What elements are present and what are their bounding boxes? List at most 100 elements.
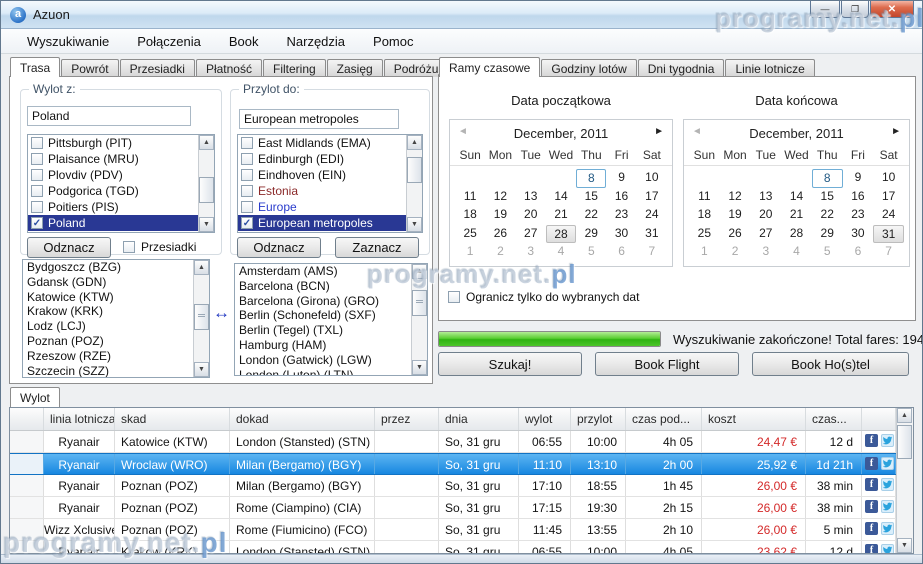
tab-trasa[interactable]: Trasa <box>10 57 60 77</box>
checkbox-unchecked[interactable] <box>31 201 43 213</box>
arrival-select-button[interactable]: Zaznacz <box>335 237 419 258</box>
results-scrollbar[interactable]: ▲ ▼ <box>896 408 913 553</box>
scrollbar-thumb[interactable] <box>897 425 912 459</box>
day-cell-11[interactable]: 11 <box>455 188 485 207</box>
facebook-icon[interactable]: f <box>865 544 878 554</box>
tab-powrót[interactable]: Powrót <box>61 59 118 77</box>
day-cell-4[interactable]: 4 <box>781 243 812 262</box>
tab-filtering[interactable]: Filtering <box>263 59 326 77</box>
day-cell-17[interactable]: 17 <box>873 188 904 207</box>
twitter-icon[interactable] <box>881 544 894 554</box>
list-item-london-(luton)-(ltn)[interactable]: London (Luton) (LTN) <box>235 368 427 376</box>
day-cell-15[interactable]: 15 <box>812 188 843 207</box>
scrollbar-thumb[interactable] <box>407 157 422 183</box>
twitter-icon[interactable] <box>881 478 894 491</box>
day-cell-25[interactable]: 25 <box>689 225 720 244</box>
day-cell-4[interactable]: 4 <box>546 243 576 262</box>
checkbox-checked[interactable]: ✓ <box>241 217 253 229</box>
maximize-button[interactable]: ❐ <box>841 1 869 18</box>
arrival-checklist-scrollbar[interactable]: ▲ ▼ <box>406 135 422 232</box>
day-cell-5[interactable]: 5 <box>812 243 843 262</box>
checkbox-unchecked[interactable] <box>241 137 253 149</box>
day-cell-8[interactable]: 8 <box>812 169 843 188</box>
departure-deselect-button[interactable]: Odznacz <box>27 237 111 258</box>
column-header-wylot[interactable]: wylot <box>519 408 571 430</box>
list-item-barcelona-(bcn)[interactable]: Barcelona (BCN) <box>235 279 427 294</box>
day-cell-6[interactable]: 6 <box>843 243 874 262</box>
column-header-skad[interactable]: skad <box>115 408 230 430</box>
tab-linie-lotnicze[interactable]: Linie lotnicze <box>725 59 814 77</box>
checklist-item-podgorica-(tgd)[interactable]: Podgorica (TGD) <box>28 183 214 199</box>
day-cell-2[interactable]: 2 <box>485 243 515 262</box>
scroll-down-icon[interactable]: ▼ <box>199 217 214 232</box>
arrival-deselect-button[interactable]: Odznacz <box>237 237 321 258</box>
checklist-item-east-midlands-(ema)[interactable]: East Midlands (EMA) <box>238 135 422 151</box>
column-header-gutter[interactable] <box>10 408 44 430</box>
twitter-icon[interactable] <box>881 457 894 470</box>
day-cell-20[interactable]: 20 <box>750 206 781 225</box>
day-cell-24[interactable]: 24 <box>637 206 667 225</box>
list-item-krakow-(krk)[interactable]: Krakow (KRK) <box>23 304 209 319</box>
tab-ramy-czasowe[interactable]: Ramy czasowe <box>439 57 540 77</box>
day-cell-7[interactable]: 7 <box>637 243 667 262</box>
column-header-przez[interactable]: przez <box>375 408 439 430</box>
list-item-barcelona-(girona)-(gro)[interactable]: Barcelona (Girona) (GRO) <box>235 294 427 309</box>
day-cell-3[interactable]: 3 <box>750 243 781 262</box>
day-cell-2[interactable]: 2 <box>720 243 751 262</box>
list-item-szczecin-(szz)[interactable]: Szczecin (SZZ) <box>23 364 209 378</box>
column-header-czas[interactable]: czas... <box>806 408 862 430</box>
column-header-czas-pod[interactable]: czas pod... <box>626 408 702 430</box>
day-cell-31[interactable]: 31 <box>873 225 904 244</box>
checklist-item-eindhoven-(ein)[interactable]: Eindhoven (EIN) <box>238 167 422 183</box>
tab-dni-tygodnia[interactable]: Dni tygodnia <box>638 59 725 77</box>
checklist-item-pittsburgh-(pit)[interactable]: Pittsburgh (PIT) <box>28 135 214 151</box>
day-cell-27[interactable]: 27 <box>516 225 546 244</box>
limit-dates-checkbox[interactable] <box>448 291 460 303</box>
day-cell-11[interactable]: 11 <box>689 188 720 207</box>
day-cell-25[interactable]: 25 <box>455 225 485 244</box>
menu-item-pomoc[interactable]: Pomoc <box>359 30 427 53</box>
swap-lists-icon[interactable]: ↔ <box>213 303 230 323</box>
day-cell-16[interactable]: 16 <box>606 188 636 207</box>
day-cell-18[interactable]: 18 <box>455 206 485 225</box>
scrollbar-thumb[interactable] <box>199 177 214 203</box>
twitter-icon[interactable] <box>881 500 894 513</box>
day-cell-26[interactable]: 26 <box>485 225 515 244</box>
column-header-dokad[interactable]: dokad <box>230 408 375 430</box>
day-cell-21[interactable]: 21 <box>546 206 576 225</box>
checklist-item-poland[interactable]: ✓Poland <box>28 215 214 231</box>
calendar-next-icon[interactable]: ► <box>654 126 664 137</box>
departure-airports-scrollbar[interactable]: ▲ ▼ <box>193 260 209 377</box>
minimize-button[interactable]: — <box>810 1 840 18</box>
day-cell-9[interactable]: 9 <box>606 169 636 188</box>
result-row[interactable]: RyanairKatowice (KTW)London (Stansted) (… <box>10 431 913 453</box>
checklist-item-europe[interactable]: Europe <box>238 199 422 215</box>
menu-item-połączenia[interactable]: Połączenia <box>123 30 215 53</box>
tab-godziny-lotów[interactable]: Godziny lotów <box>541 59 636 77</box>
list-item-rzeszow-(rze)[interactable]: Rzeszow (RZE) <box>23 349 209 364</box>
day-cell-23[interactable]: 23 <box>843 206 874 225</box>
day-cell-28[interactable]: 28 <box>781 225 812 244</box>
day-cell-10[interactable]: 10 <box>637 169 667 188</box>
day-cell-23[interactable]: 23 <box>606 206 636 225</box>
day-cell-29[interactable]: 29 <box>576 225 606 244</box>
book-hotel-button[interactable]: Book Ho(s)tel <box>752 352 909 376</box>
checkbox-checked[interactable]: ✓ <box>31 217 43 229</box>
column-header-dnia[interactable]: dnia <box>439 408 519 430</box>
close-button[interactable]: ✕ <box>870 1 914 18</box>
result-row[interactable]: RyanairPoznan (POZ)Milan (Bergamo) (BGY)… <box>10 475 913 497</box>
day-cell-27[interactable]: 27 <box>750 225 781 244</box>
day-cell-26[interactable]: 26 <box>720 225 751 244</box>
day-cell-31[interactable]: 31 <box>637 225 667 244</box>
day-cell-1[interactable]: 1 <box>689 243 720 262</box>
day-cell-16[interactable]: 16 <box>843 188 874 207</box>
limit-dates-checkbox-row[interactable]: Ogranicz tylko do wybranych dat <box>448 290 639 304</box>
checklist-item-european-metropoles[interactable]: ✓European metropoles <box>238 215 422 231</box>
list-item-london-(gatwick)-(lgw)[interactable]: London (Gatwick) (LGW) <box>235 353 427 368</box>
twitter-icon[interactable] <box>881 522 894 535</box>
checkbox-unchecked[interactable] <box>241 153 253 165</box>
calendar-prev-icon[interactable]: ◄ <box>458 126 468 137</box>
facebook-icon[interactable]: f <box>865 500 878 513</box>
title-bar[interactable]: a Azuon — ❐ ✕ <box>1 1 922 29</box>
stops-checkbox[interactable] <box>123 241 135 253</box>
